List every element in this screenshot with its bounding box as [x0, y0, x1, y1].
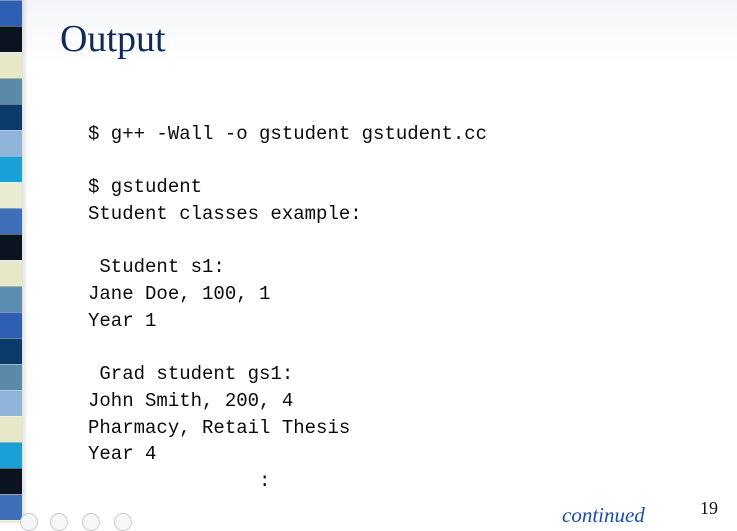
code-line: $ g++ -Wall -o gstudent gstudent.cc [88, 123, 488, 145]
code-line: Year 1 [88, 309, 157, 332]
strip-tile [0, 416, 22, 442]
strip-tile [0, 364, 22, 390]
terminal-output-block: $ g++ -Wall -o gstudent gstudent.cc $ gs… [88, 121, 708, 495]
menu-icon[interactable] [50, 513, 68, 531]
strip-tile [0, 26, 22, 52]
pen-icon[interactable] [82, 513, 100, 531]
strip-tile [0, 130, 22, 156]
strip-tile [0, 182, 22, 208]
page-number: 19 [700, 498, 718, 518]
strip-tile [0, 0, 22, 26]
strip-tile [0, 260, 22, 286]
strip-tile [0, 156, 22, 182]
strip-tile [0, 78, 22, 104]
code-line: Student classes example: [88, 203, 362, 226]
strip-tile [0, 208, 22, 234]
strip-tile [0, 286, 22, 312]
code-line: : [88, 469, 271, 492]
strip-tile [0, 390, 22, 416]
code-line: Grad student gs1: [88, 363, 294, 386]
decorative-side-strip [0, 0, 22, 523]
code-line: Jane Doe, 100, 1 [88, 283, 271, 306]
code-line: Pharmacy, Retail Thesis [88, 416, 351, 439]
side-strip-shadow [22, 0, 28, 523]
code-line: Year 4 [88, 443, 157, 466]
code-line: $ gstudent [88, 176, 203, 199]
strip-tile [0, 338, 22, 364]
code-line: John Smith, 200, 4 [88, 389, 294, 412]
strip-tile [0, 312, 22, 338]
strip-tile [0, 234, 22, 260]
slide-nav-controls [20, 513, 140, 531]
strip-tile [0, 442, 22, 468]
strip-tile [0, 104, 22, 130]
strip-tile [0, 468, 22, 494]
strip-tile [0, 494, 22, 520]
code-line: Student s1: [88, 256, 225, 279]
slide-title: Output [60, 18, 166, 60]
strip-tile [0, 52, 22, 78]
next-slide-icon[interactable] [114, 513, 132, 531]
continued-link[interactable]: continued [562, 502, 645, 528]
prev-slide-icon[interactable] [20, 513, 38, 531]
